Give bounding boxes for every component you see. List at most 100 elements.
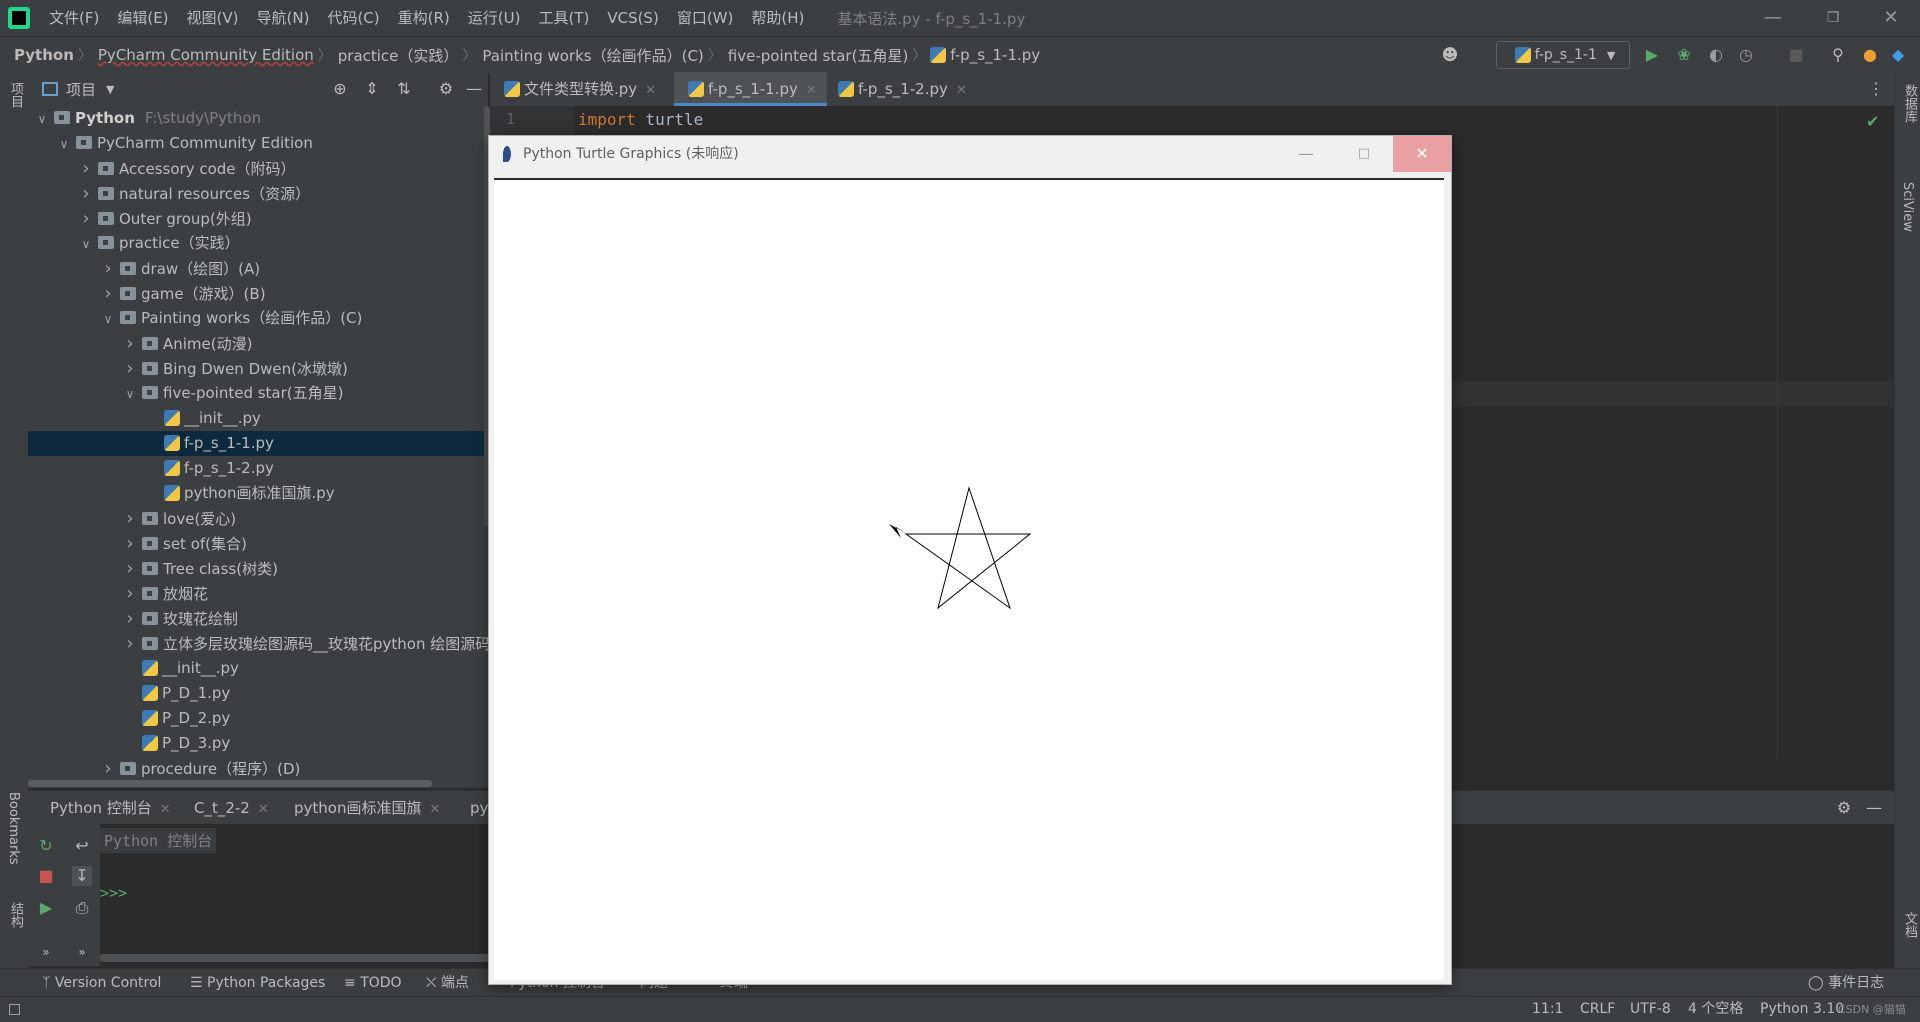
- menu-edit[interactable]: 编辑(E): [108, 0, 177, 36]
- tree-folder-item[interactable]: › 放烟花: [28, 581, 488, 606]
- project-panel-title[interactable]: 项目: [66, 79, 96, 100]
- tree-folder-item[interactable]: › Bing Dwen Dwen(冰墩墩): [28, 356, 488, 381]
- project-tool-button[interactable]: 项目: [6, 82, 25, 108]
- project-tree-horizontal-scrollbar[interactable]: [28, 780, 432, 787]
- more-icon[interactable]: »: [36, 942, 56, 962]
- editor-tab-active[interactable]: f-p_s_1-1.py ✕: [674, 72, 827, 106]
- tree-folder-item[interactable]: › love(爱心): [28, 506, 488, 531]
- chevron-right-icon[interactable]: ›: [122, 556, 138, 581]
- tree-folder-item[interactable]: › game（游戏）(B): [28, 281, 488, 306]
- turtle-minimize-icon[interactable]: —: [1277, 136, 1335, 172]
- endpoints-button[interactable]: ⛌ 端点: [426, 969, 469, 997]
- chevron-right-icon[interactable]: ›: [122, 581, 138, 606]
- file-encoding[interactable]: UTF-8: [1630, 997, 1671, 1022]
- chevron-right-icon[interactable]: ›: [122, 356, 138, 381]
- indent-setting[interactable]: 4 个空格: [1688, 997, 1743, 1022]
- close-window-icon[interactable]: ✕: [1862, 0, 1920, 36]
- close-tab-icon[interactable]: ✕: [645, 83, 656, 98]
- run-icon[interactable]: ▶: [1642, 45, 1662, 65]
- console-tab[interactable]: C_t_2-2 ✕: [184, 791, 279, 825]
- chevron-down-icon[interactable]: ∨: [100, 307, 116, 332]
- tree-file-item[interactable]: f-p_s_1-2.py: [28, 456, 488, 481]
- database-tool-button[interactable]: 数据库: [1900, 84, 1919, 123]
- chevron-down-icon[interactable]: ∨: [78, 232, 94, 257]
- turtle-window-titlebar[interactable]: Python Turtle Graphics (未响应) — □ ✕: [489, 136, 1451, 172]
- tree-folder-item[interactable]: › Tree class(树类): [28, 556, 488, 581]
- chevron-down-icon[interactable]: ∨: [34, 107, 50, 132]
- tree-file-item[interactable]: python画标准国旗.py: [28, 481, 488, 506]
- chevron-down-icon[interactable]: ∨: [122, 382, 138, 407]
- menu-run[interactable]: 运行(U): [459, 0, 530, 36]
- chevron-right-icon[interactable]: ›: [122, 531, 138, 556]
- menu-view[interactable]: 视图(V): [178, 0, 248, 36]
- turtle-maximize-icon[interactable]: □: [1335, 136, 1393, 172]
- menu-code[interactable]: 代码(C): [318, 0, 388, 36]
- turtle-close-icon[interactable]: ✕: [1393, 136, 1451, 172]
- editor-tab[interactable]: f-p_s_1-2.py ✕: [824, 72, 977, 106]
- tree-folder-item[interactable]: › set of(集合): [28, 531, 488, 556]
- tree-file-item[interactable]: P_D_2.py: [28, 706, 488, 731]
- tree-folder-item[interactable]: › Outer group(外组): [28, 206, 488, 231]
- inspection-ok-icon[interactable]: ✔: [1866, 112, 1879, 131]
- chevron-right-icon[interactable]: ›: [78, 181, 94, 206]
- version-control-button[interactable]: ᛉ Version Control: [42, 969, 161, 997]
- breadcrumb-item[interactable]: five-pointed star(五角星): [722, 45, 913, 66]
- menu-file[interactable]: 文件(F): [40, 0, 108, 36]
- breadcrumb-item[interactable]: practice（实践）: [332, 45, 463, 66]
- console-horizontal-scrollbar[interactable]: [100, 954, 490, 962]
- todo-button[interactable]: ≡ TODO: [344, 969, 402, 997]
- console-tab[interactable]: Python 控制台 ✕: [40, 791, 181, 825]
- plugin-icon[interactable]: ◆: [1888, 45, 1908, 65]
- close-tab-icon[interactable]: ✕: [956, 83, 967, 98]
- menu-refactor[interactable]: 重构(R): [389, 0, 459, 36]
- hide-panel-icon[interactable]: —: [464, 79, 484, 99]
- close-tab-icon[interactable]: ✕: [258, 802, 269, 817]
- breadcrumb-item[interactable]: Painting works（绘画作品）(C): [476, 45, 707, 66]
- breadcrumb-item[interactable]: PyCharm Community Edition: [92, 46, 318, 64]
- soft-wrap-icon[interactable]: ↩: [72, 836, 92, 856]
- coverage-icon[interactable]: ◐: [1706, 45, 1726, 65]
- update-icon[interactable]: ●: [1860, 45, 1880, 65]
- menu-tools[interactable]: 工具(T): [529, 0, 598, 36]
- breadcrumb-root[interactable]: Python: [0, 46, 78, 64]
- editor-tab[interactable]: 文件类型转换.py ✕: [490, 72, 666, 106]
- code-line[interactable]: import turtle: [578, 110, 703, 129]
- tree-folder-item[interactable]: › draw（绘图）(A): [28, 256, 488, 281]
- menu-vcs[interactable]: VCS(S): [598, 0, 667, 36]
- debug-icon[interactable]: ❀: [1674, 45, 1694, 65]
- menu-help[interactable]: 帮助(H): [742, 0, 813, 36]
- chevron-right-icon[interactable]: ›: [100, 256, 116, 281]
- execute-icon[interactable]: ▶: [36, 898, 56, 918]
- chevron-right-icon[interactable]: ›: [122, 506, 138, 531]
- rerun-icon[interactable]: ↻: [36, 836, 56, 856]
- chevron-right-icon[interactable]: ›: [78, 156, 94, 181]
- docs-tool-button[interactable]: 文档: [1900, 912, 1919, 938]
- run-configuration-select[interactable]: f-p_s_1-1 ▼: [1496, 41, 1630, 69]
- caret-position[interactable]: 11:1: [1532, 997, 1563, 1022]
- chevron-right-icon[interactable]: ›: [122, 606, 138, 631]
- chevron-right-icon[interactable]: ›: [122, 331, 138, 356]
- close-tab-icon[interactable]: ✕: [160, 802, 171, 817]
- tree-file-item[interactable]: __init__.py: [28, 406, 488, 431]
- tree-folder-item[interactable]: › Accessory code（附码）: [28, 156, 488, 181]
- profile-icon[interactable]: ◷: [1736, 45, 1756, 65]
- stop-icon[interactable]: ■: [36, 866, 56, 886]
- collapse-all-icon[interactable]: ⇅: [394, 79, 414, 99]
- line-separator[interactable]: CRLF: [1580, 997, 1615, 1022]
- minimize-window-icon[interactable]: —: [1744, 0, 1802, 36]
- locate-file-icon[interactable]: ⊕: [330, 79, 350, 99]
- tree-folder-item[interactable]: ∨ Painting works（绘画作品）(C): [28, 306, 488, 331]
- tree-folder-item[interactable]: ∨ PyCharm Community Edition: [28, 131, 488, 156]
- chevron-right-icon[interactable]: ›: [78, 206, 94, 231]
- chevron-right-icon[interactable]: ›: [122, 631, 138, 656]
- tree-file-item[interactable]: __init__.py: [28, 656, 488, 681]
- event-log-button[interactable]: ◯ 事件日志: [1808, 969, 1884, 997]
- scroll-to-end-icon[interactable]: ↧: [72, 866, 92, 886]
- gear-icon[interactable]: ⚙: [1834, 798, 1854, 818]
- menu-navigate[interactable]: 导航(N): [248, 0, 319, 36]
- chevron-right-icon[interactable]: ›: [100, 281, 116, 306]
- chevron-right-icon[interactable]: ›: [100, 756, 116, 778]
- tree-folder-item[interactable]: › 立体多层玫瑰绘图源码__玫瑰花python 绘图源码: [28, 631, 488, 656]
- stop-icon[interactable]: ■: [1786, 45, 1806, 65]
- more-icon[interactable]: »: [72, 942, 92, 962]
